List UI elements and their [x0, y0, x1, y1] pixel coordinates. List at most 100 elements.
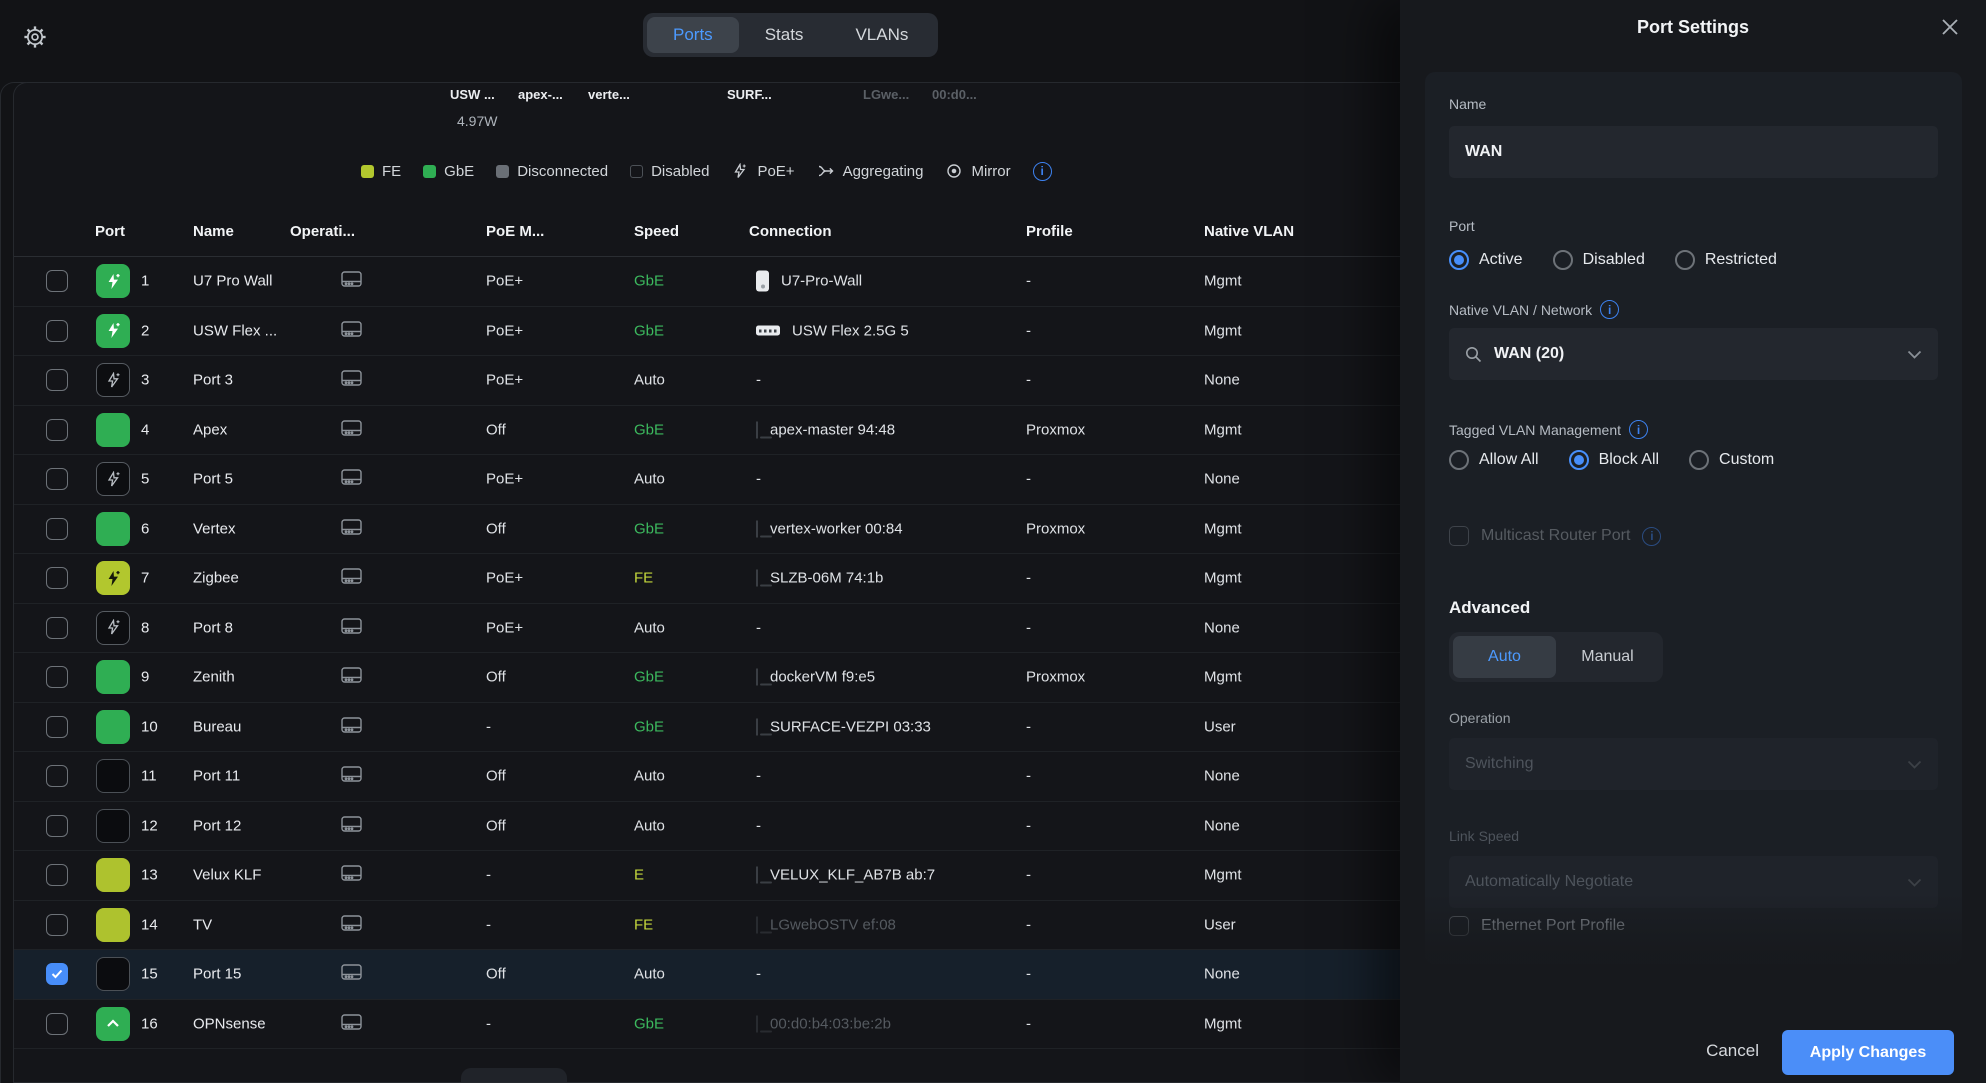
speed-value: GbE — [634, 273, 664, 290]
table-row[interactable]: 15 Port 15 Off Auto - - None — [14, 950, 1400, 1000]
profile-value: - — [1026, 273, 1031, 290]
row-checkbox[interactable] — [46, 914, 68, 936]
port-status-icon — [96, 363, 130, 397]
apply-changes-button[interactable]: Apply Changes — [1782, 1030, 1954, 1075]
radio-active[interactable]: Active — [1449, 250, 1523, 270]
speed-value: Auto — [634, 471, 665, 488]
table-row[interactable]: 7 Zigbee PoE+ FE SLZB-06M 74:1b - Mgmt — [14, 554, 1400, 604]
connection-name: - — [756, 372, 761, 389]
row-checkbox[interactable] — [46, 765, 68, 787]
native-vlan-select[interactable]: WAN (20) — [1449, 328, 1938, 380]
port-number: 7 — [141, 570, 149, 587]
row-checkbox[interactable] — [46, 419, 68, 441]
poe-mode-value: Off — [486, 520, 506, 537]
header-native-vlan[interactable]: Native VLAN — [1204, 223, 1294, 240]
row-checkbox[interactable] — [46, 716, 68, 738]
radio-custom[interactable]: Custom — [1689, 450, 1774, 470]
toggle-auto[interactable]: Auto — [1453, 636, 1556, 678]
radio-block-all[interactable]: Block All — [1569, 450, 1659, 470]
legend-info-icon[interactable]: i — [1033, 162, 1052, 181]
device-label: USW ... — [450, 87, 495, 102]
profile-value: - — [1026, 1015, 1031, 1032]
row-checkbox[interactable] — [46, 468, 68, 490]
settings-gear-icon[interactable] — [22, 24, 48, 50]
port-status-icon — [96, 462, 130, 496]
header-speed[interactable]: Speed — [634, 223, 679, 240]
row-checkbox[interactable] — [46, 864, 68, 886]
cancel-button[interactable]: Cancel — [1706, 1041, 1759, 1061]
ethernet-port-profile-row: Ethernet Port Profile — [1449, 916, 1938, 936]
port-number: 1 — [141, 273, 149, 290]
table-row[interactable]: 14 TV - FE LGwebOSTV ef:08 - User — [14, 901, 1400, 951]
profile-value: - — [1026, 916, 1031, 933]
row-checkbox[interactable] — [46, 518, 68, 540]
row-checkbox[interactable] — [46, 815, 68, 837]
poe-bolt-icon — [731, 163, 749, 179]
connection-name: VELUX_KLF_AB7B ab:7 — [770, 867, 935, 884]
multicast-info-icon[interactable]: i — [1642, 527, 1661, 546]
poe-mode-value: PoE+ — [486, 570, 523, 587]
header-poe-mode[interactable]: PoE M... — [486, 223, 544, 240]
connection-cell: apex-master 94:48 — [756, 421, 895, 438]
speed-value: GbE — [634, 718, 664, 735]
toggle-manual[interactable]: Manual — [1556, 636, 1659, 678]
header-name[interactable]: Name — [193, 223, 234, 240]
header-port[interactable]: Port — [95, 223, 125, 240]
port-name: U7 Pro Wall — [193, 273, 272, 290]
header-operation[interactable]: Operati... — [290, 223, 355, 240]
native-vlan-value: None — [1204, 966, 1240, 983]
table-row[interactable]: 12 Port 12 Off Auto - - None — [14, 802, 1400, 852]
table-row[interactable]: 13 Velux KLF - E VELUX_KLF_AB7B ab:7 - M… — [14, 851, 1400, 901]
row-checkbox[interactable] — [46, 666, 68, 688]
tagged-vlan-radio-group: Allow All Block All Custom — [1449, 450, 1938, 470]
connection-cell: vertex-worker 00:84 — [756, 520, 903, 537]
chevron-down-icon — [1907, 760, 1922, 769]
radio-allow-all[interactable]: Allow All — [1449, 450, 1539, 470]
connection-name: LGwebOSTV ef:08 — [770, 916, 896, 933]
name-input[interactable]: WAN — [1449, 126, 1938, 178]
row-checkbox[interactable] — [46, 617, 68, 639]
row-checkbox[interactable] — [46, 320, 68, 342]
port-name: USW Flex ... — [193, 322, 277, 339]
table-row[interactable]: 4 Apex Off GbE apex-master 94:48 Proxmox… — [14, 406, 1400, 456]
row-checkbox[interactable] — [46, 270, 68, 292]
row-checkbox[interactable] — [46, 567, 68, 589]
row-checkbox[interactable] — [46, 963, 68, 985]
native-vlan-info-icon[interactable]: i — [1600, 300, 1619, 319]
table-row[interactable]: 6 Vertex Off GbE vertex-worker 00:84 Pro… — [14, 505, 1400, 555]
legend-mirror: Mirror — [945, 163, 1010, 180]
table-row[interactable]: 2 USW Flex ... PoE+ GbE USW Flex 2.5G 5 … — [14, 307, 1400, 357]
speed-value: GbE — [634, 669, 664, 686]
native-vlan-value: None — [1204, 372, 1240, 389]
close-icon[interactable] — [1940, 17, 1960, 37]
port-number: 9 — [141, 669, 149, 686]
pagination-button-partial[interactable] — [461, 1068, 567, 1083]
table-row[interactable]: 1 U7 Pro Wall PoE+ GbE U7-Pro-Wall - Mgm… — [14, 257, 1400, 307]
row-checkbox[interactable] — [46, 369, 68, 391]
multicast-checkbox[interactable] — [1449, 526, 1469, 546]
poe-mode-value: Off — [486, 421, 506, 438]
table-row[interactable]: 3 Port 3 PoE+ Auto - - None — [14, 356, 1400, 406]
legend-label: FE — [382, 163, 401, 180]
table-row[interactable]: 16 OPNsense - GbE 00:d0:b4:03:be:2b - Mg… — [14, 1000, 1400, 1050]
tab-vlans[interactable]: VLANs — [829, 17, 934, 53]
radio-disabled[interactable]: Disabled — [1553, 250, 1645, 270]
table-row[interactable]: 8 Port 8 PoE+ Auto - - None — [14, 604, 1400, 654]
row-checkbox[interactable] — [46, 1013, 68, 1035]
radio-restricted[interactable]: Restricted — [1675, 250, 1777, 270]
header-connection[interactable]: Connection — [749, 223, 832, 240]
ethernet-profile-checkbox[interactable] — [1449, 916, 1469, 936]
port-name: Velux KLF — [193, 867, 261, 884]
tab-ports[interactable]: Ports — [647, 17, 739, 53]
poe-mode-value: - — [486, 1015, 491, 1032]
table-row[interactable]: 10 Bureau - GbE SURFACE-VEZPI 03:33 - Us… — [14, 703, 1400, 753]
table-row[interactable]: 5 Port 5 PoE+ Auto - - None — [14, 455, 1400, 505]
ports-table-card: USW ... apex-... verte... SURF... LGwe..… — [13, 82, 1400, 1083]
radio-label: Restricted — [1705, 251, 1777, 269]
operation-device-icon — [341, 964, 362, 984]
table-row[interactable]: 9 Zenith Off GbE dockerVM f9:e5 Proxmox … — [14, 653, 1400, 703]
header-profile[interactable]: Profile — [1026, 223, 1073, 240]
tab-stats[interactable]: Stats — [739, 17, 830, 53]
table-row[interactable]: 11 Port 11 Off Auto - - None — [14, 752, 1400, 802]
tagged-vlan-info-icon[interactable]: i — [1629, 420, 1648, 439]
